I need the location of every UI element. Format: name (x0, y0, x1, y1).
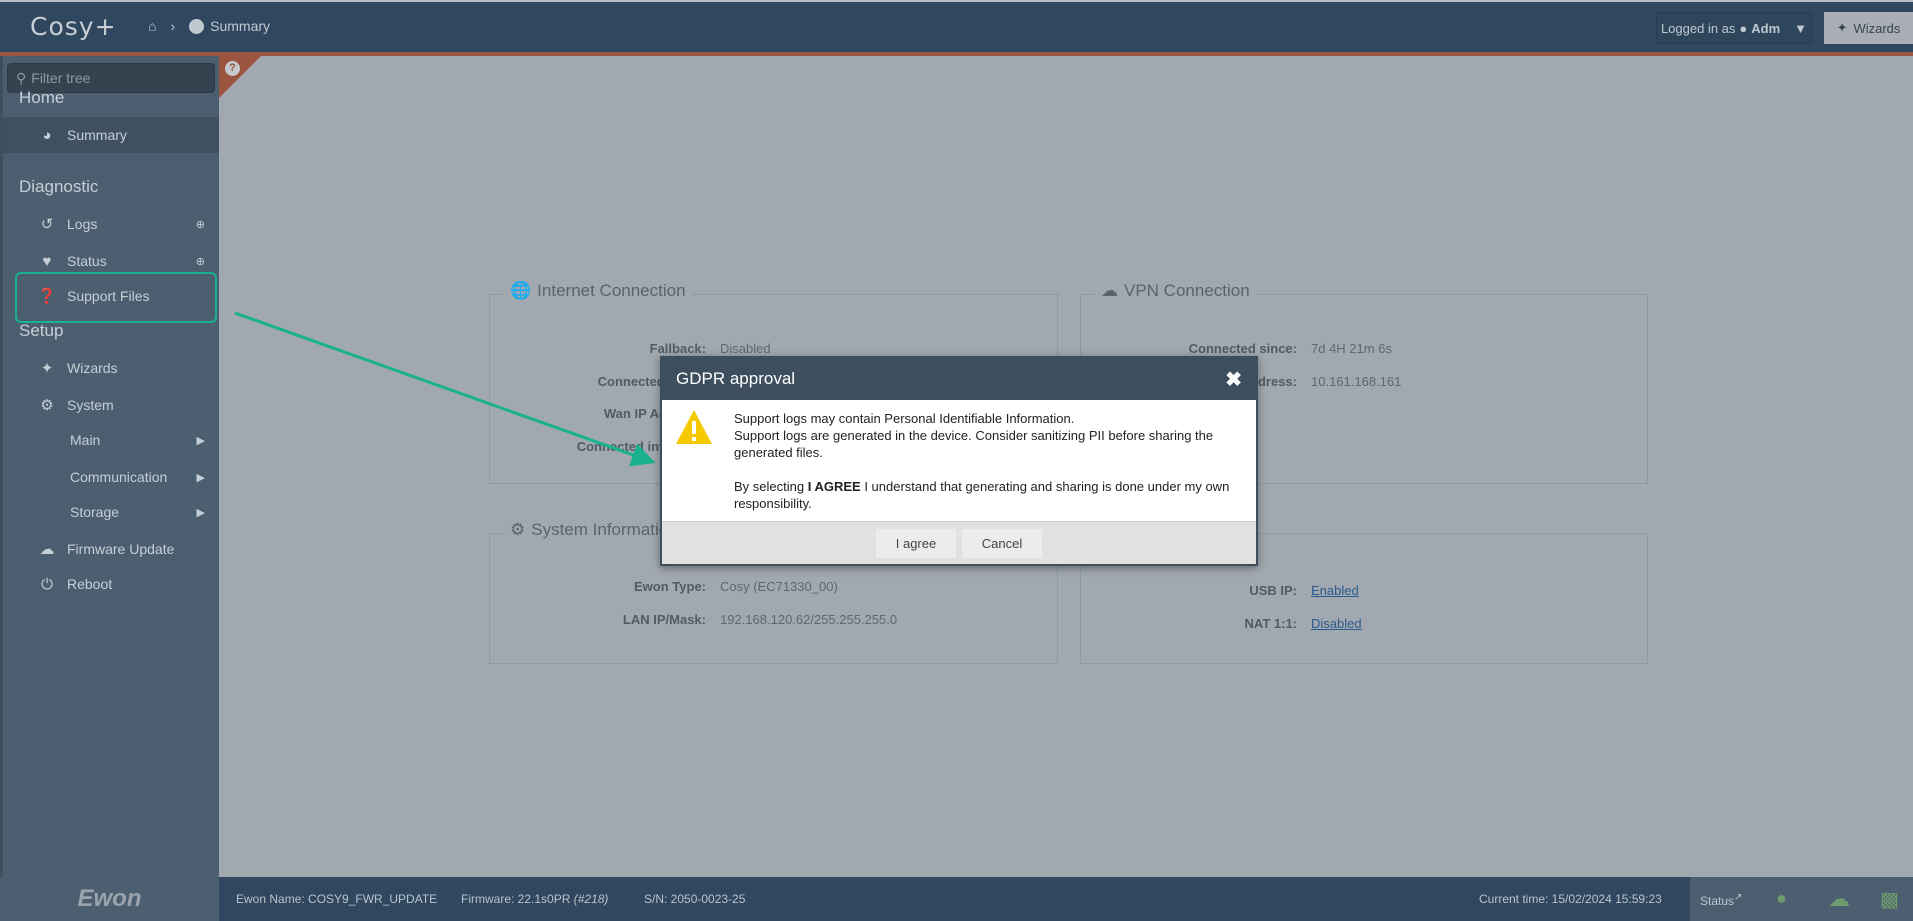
message-line-3: By selecting I AGREE I understand that g… (734, 478, 1238, 512)
ewon-logo: Ewon (0, 877, 219, 921)
external-link-icon: ↗ (1734, 892, 1743, 903)
warning-icon (676, 410, 712, 444)
message-line-1: Support logs may contain Personal Identi… (734, 411, 1075, 426)
firmware: Firmware: 22.1s0PR (#218) (461, 892, 608, 906)
dialog-title: GDPR approval (676, 369, 796, 388)
dialog-body: Support logs may contain Personal Identi… (662, 400, 1256, 511)
footer: Ewon Ewon Name: COSY9_FWR_UPDATE Firmwar… (0, 877, 1913, 921)
ewon-name: Ewon Name: COSY9_FWR_UPDATE (236, 892, 438, 906)
bold-text: I AGREE (807, 479, 861, 494)
status-text: Status (1700, 894, 1735, 908)
serial-number: S/N: 2050-0023-25 (644, 892, 746, 906)
status-link[interactable]: Status↗ (1700, 892, 1742, 908)
dialog-header: GDPR approval ✖ (662, 358, 1256, 400)
text: By selecting (734, 479, 805, 494)
cancel-button[interactable]: Cancel (962, 528, 1042, 558)
i-agree-button[interactable]: I agree (876, 528, 956, 558)
close-icon[interactable]: ✖ (1225, 367, 1242, 392)
message-line-2: Support logs are generated in the device… (734, 428, 1214, 460)
globe-status-icon[interactable]: ● (1776, 888, 1787, 909)
build-text: (#218) (573, 892, 609, 906)
current-time: Current time: 15/02/2024 15:59:23 (1479, 892, 1662, 906)
cloud-status-icon[interactable]: ☁ (1828, 886, 1850, 912)
status-area: Status↗ ● ☁ ▩ (1690, 877, 1913, 921)
factory-status-icon[interactable]: ▩ (1880, 887, 1899, 912)
firmware-text: Firmware: 22.1s0PR (461, 892, 571, 906)
gdpr-dialog: GDPR approval ✖ Support logs may contain … (660, 356, 1258, 566)
dialog-footer: I agree Cancel (662, 521, 1256, 564)
